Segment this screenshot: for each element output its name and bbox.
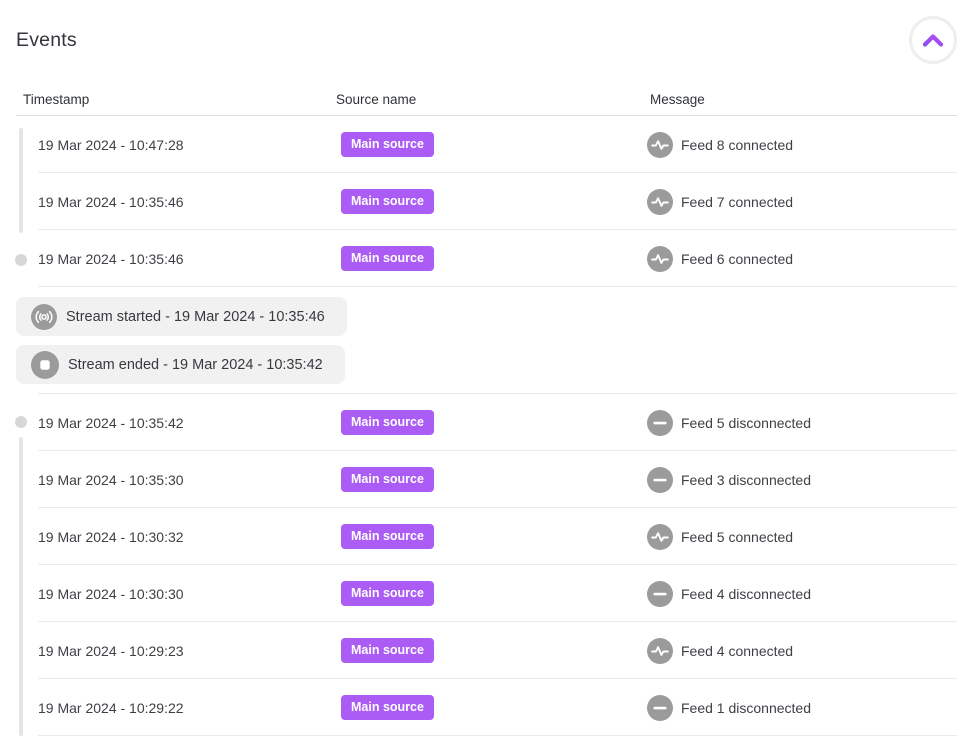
panel-header: Events (16, 0, 957, 64)
source-badge: Main source (341, 246, 434, 271)
feed-status-icon (647, 246, 673, 272)
source-badge: Main source (341, 524, 434, 549)
message-cell: Feed 6 connected (634, 246, 957, 272)
timestamp-cell: 19 Mar 2024 - 10:30:32 (16, 529, 320, 545)
table-row: 19 Mar 2024 - 10:30:30 Main source Feed … (16, 565, 957, 622)
timestamp-cell: 19 Mar 2024 - 10:29:22 (16, 700, 320, 716)
timestamp-cell: 19 Mar 2024 - 10:35:46 (16, 194, 320, 210)
message-cell: Feed 5 disconnected (634, 410, 957, 436)
minus-icon (647, 581, 673, 607)
stream-marker: Stream started - 19 Mar 2024 - 10:35:46 (16, 297, 347, 336)
feed-status-icon (647, 410, 673, 436)
source-badge: Main source (341, 467, 434, 492)
timestamp-cell: 19 Mar 2024 - 10:29:23 (16, 643, 320, 659)
table-row: 19 Mar 2024 - 10:47:28 Main source Feed … (16, 116, 957, 173)
message-cell: Feed 1 disconnected (634, 695, 957, 721)
message-text: Feed 5 connected (681, 529, 793, 545)
table-row: 19 Mar 2024 - 10:29:22 Main source Feed … (16, 679, 957, 736)
minus-icon (647, 410, 673, 436)
timestamp-cell: 19 Mar 2024 - 10:35:42 (16, 415, 320, 431)
stream-marker: Stream ended - 19 Mar 2024 - 10:35:42 (16, 345, 345, 384)
events-list: 19 Mar 2024 - 10:47:28 Main source Feed … (16, 116, 957, 736)
feed-status-icon (647, 524, 673, 550)
source-badge: Main source (341, 189, 434, 214)
stream-marker-label: Stream ended - 19 Mar 2024 - 10:35:42 (68, 357, 323, 373)
message-cell: Feed 3 disconnected (634, 467, 957, 493)
message-text: Feed 6 connected (681, 251, 793, 267)
message-text: Feed 8 connected (681, 137, 793, 153)
message-cell: Feed 5 connected (634, 524, 957, 550)
source-cell: Main source (320, 410, 634, 435)
page-title: Events (16, 29, 77, 52)
pulse-icon (647, 189, 673, 215)
source-badge: Main source (341, 638, 434, 663)
message-text: Feed 4 connected (681, 643, 793, 659)
stream-marker-label: Stream started - 19 Mar 2024 - 10:35:46 (66, 309, 325, 325)
message-text: Feed 1 disconnected (681, 700, 811, 716)
source-badge: Main source (341, 581, 434, 606)
broadcast-icon (31, 304, 57, 330)
source-cell: Main source (320, 132, 634, 157)
pulse-icon (647, 246, 673, 272)
feed-status-icon (647, 132, 673, 158)
table-header-row: Timestamp Source name Message (16, 92, 957, 116)
table-row: 19 Mar 2024 - 10:30:32 Main source Feed … (16, 508, 957, 565)
stream-marker-icon (31, 351, 59, 379)
rows-before-stream: 19 Mar 2024 - 10:47:28 Main source Feed … (16, 116, 957, 287)
stop-icon (31, 351, 59, 379)
feed-status-icon (647, 581, 673, 607)
feed-status-icon (647, 467, 673, 493)
table-row: 19 Mar 2024 - 10:35:46 Main source Feed … (16, 230, 957, 287)
source-cell: Main source (320, 467, 634, 492)
table-row: 19 Mar 2024 - 10:35:30 Main source Feed … (16, 451, 957, 508)
source-badge: Main source (341, 695, 434, 720)
stream-markers: Stream started - 19 Mar 2024 - 10:35:46 … (16, 287, 957, 393)
source-cell: Main source (320, 638, 634, 663)
message-cell: Feed 4 connected (634, 638, 957, 664)
message-cell: Feed 4 disconnected (634, 581, 957, 607)
source-badge: Main source (341, 410, 434, 435)
column-header-source-name: Source name (320, 92, 634, 107)
chevron-up-icon (922, 33, 944, 47)
collapse-panel-button[interactable] (909, 16, 957, 64)
timestamp-cell: 19 Mar 2024 - 10:35:46 (16, 251, 320, 267)
source-cell: Main source (320, 581, 634, 606)
source-cell: Main source (320, 695, 634, 720)
source-badge: Main source (341, 132, 434, 157)
feed-status-icon (647, 189, 673, 215)
pulse-icon (647, 638, 673, 664)
timestamp-cell: 19 Mar 2024 - 10:35:30 (16, 472, 320, 488)
timestamp-cell: 19 Mar 2024 - 10:30:30 (16, 586, 320, 602)
message-cell: Feed 8 connected (634, 132, 957, 158)
column-header-timestamp: Timestamp (16, 92, 320, 107)
message-cell: Feed 7 connected (634, 189, 957, 215)
minus-icon (647, 467, 673, 493)
source-cell: Main source (320, 524, 634, 549)
events-panel: Events Timestamp Source name Message 19 … (0, 0, 968, 736)
minus-icon (647, 695, 673, 721)
source-cell: Main source (320, 246, 634, 271)
feed-status-icon (647, 695, 673, 721)
message-text: Feed 7 connected (681, 194, 793, 210)
table-row: 19 Mar 2024 - 10:29:23 Main source Feed … (16, 622, 957, 679)
timestamp-cell: 19 Mar 2024 - 10:47:28 (16, 137, 320, 153)
message-text: Feed 4 disconnected (681, 586, 811, 602)
feed-status-icon (647, 638, 673, 664)
table-row: 19 Mar 2024 - 10:35:46 Main source Feed … (16, 173, 957, 230)
table-row: 19 Mar 2024 - 10:35:42 Main source Feed … (16, 394, 957, 451)
message-text: Feed 5 disconnected (681, 415, 811, 431)
rows-after-stream: 19 Mar 2024 - 10:35:42 Main source Feed … (16, 394, 957, 736)
pulse-icon (647, 524, 673, 550)
source-cell: Main source (320, 189, 634, 214)
column-header-message: Message (634, 92, 957, 107)
stream-marker-icon (31, 304, 57, 330)
message-text: Feed 3 disconnected (681, 472, 811, 488)
pulse-icon (647, 132, 673, 158)
